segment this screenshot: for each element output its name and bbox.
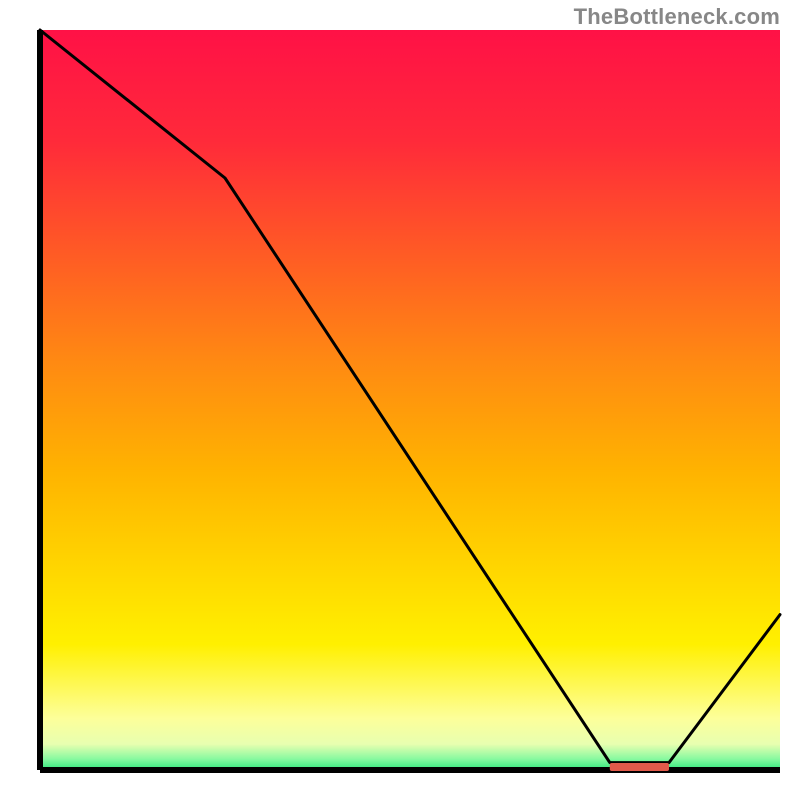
- heatmap-background: [40, 30, 780, 770]
- optimal-range-marker: [610, 763, 669, 771]
- chart-stage: TheBottleneck.com: [0, 0, 800, 800]
- watermark-text: TheBottleneck.com: [574, 4, 780, 30]
- bottleneck-chart: [0, 0, 800, 800]
